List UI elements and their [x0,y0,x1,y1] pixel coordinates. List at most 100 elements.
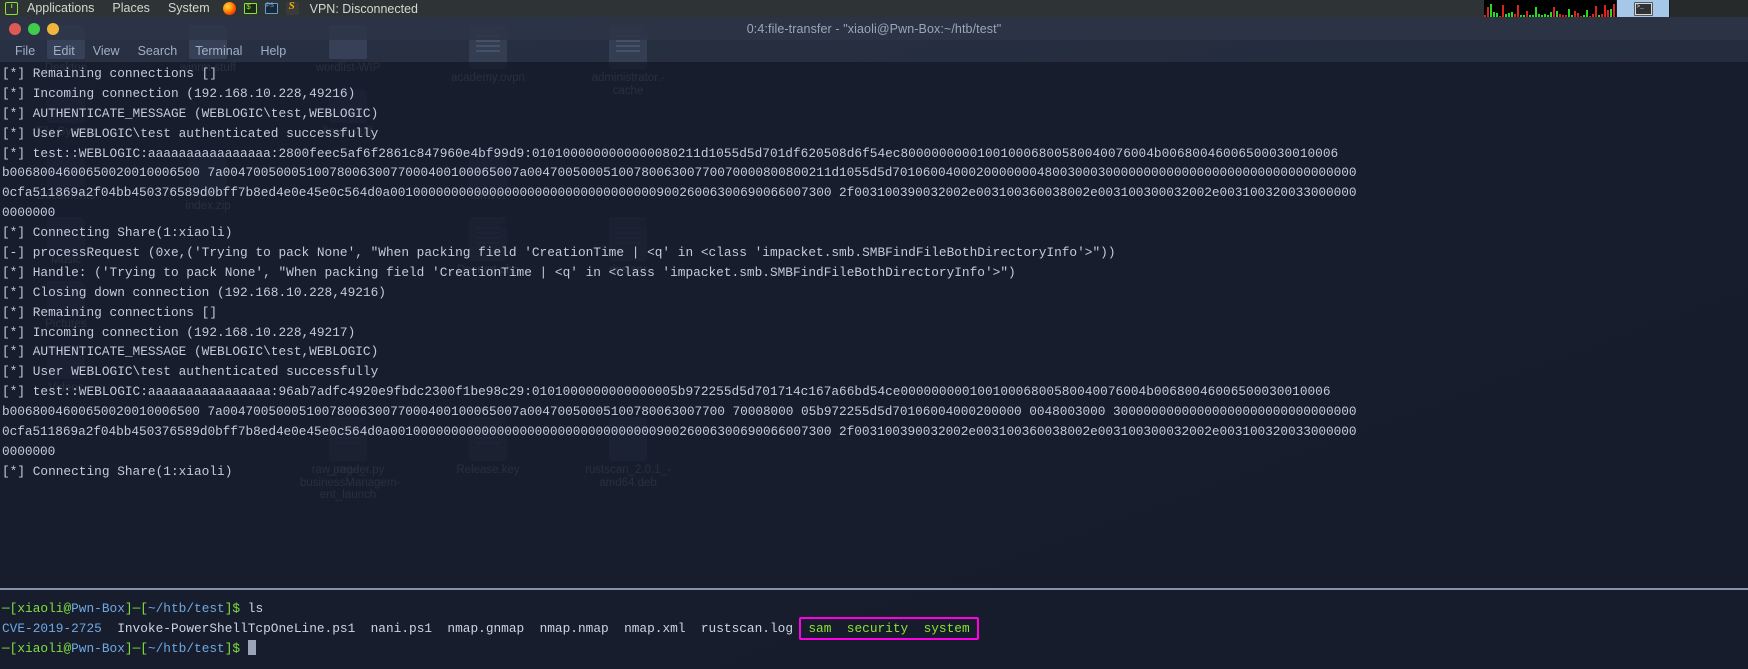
graph-bar [1550,11,1552,17]
graph-bar [1529,15,1531,17]
prompt-user: xiaoli [17,601,64,617]
graph-bar [1613,4,1615,17]
network-activity-graph[interactable] [1484,0,1616,17]
graph-bar [1547,14,1549,17]
panel-menu-applications[interactable]: Applications [18,0,103,17]
prompt-bracket: ]─[ [124,601,148,617]
firefox-icon[interactable] [221,0,238,17]
graph-bar [1544,14,1546,17]
prompt-host: Pwn-Box [71,601,125,617]
graph-bar [1499,15,1501,17]
terminal-line: [*] test::WEBLOGIC:aaaaaaaaaaaaaaaa:96ab… [2,384,1331,400]
terminal-output-area[interactable]: [*] Remaining connections [] [*] Incoming… [0,62,1748,669]
panel-menu-system[interactable]: System [159,0,219,17]
terminal-line: 0cfa511869a2f04bb450376589d0bff7b8ed4e0e… [2,185,1357,201]
terminal-shell-area: ─[xiaoli@Pwn-Box]─[~/htb/test]$ ls CVE-20… [2,599,970,659]
prompt-sigil: $ [232,641,241,657]
terminal-line: b0068004600650020010006500 7a00470050005… [2,165,1357,181]
prompt-sigil: $ [232,601,241,617]
panel-menu-places[interactable]: Places [103,0,159,17]
graph-bar [1610,8,1612,17]
powershell-icon[interactable] [263,0,280,17]
ls-gap [432,621,447,636]
terminal-line: 0000000 [2,205,56,221]
graph-bar [1592,14,1594,17]
terminal-line: [*] Connecting Share(1:xiaoli) [2,463,233,479]
shell-prompt-line-active[interactable]: ─[xiaoli@Pwn-Box]─[~/htb/test]$ [2,639,970,659]
window-title: 0:4:file-transfer - "xiaoli@Pwn-Box:~/ht… [746,21,1002,36]
terminal-line: [*] AUTHENTICATE_MESSAGE (WEBLOGIC\test,… [2,344,379,360]
terminal-line: [*] Remaining connections [] [2,304,218,320]
graph-bar [1562,15,1564,17]
menu-terminal[interactable]: Terminal [186,40,251,62]
menu-help[interactable]: Help [251,40,295,62]
graph-bar [1526,10,1528,17]
ls-gap [102,621,117,636]
ls-gap [355,621,370,636]
menu-edit[interactable]: Edit [44,40,84,62]
menu-bar: File Edit View Search Terminal Help [0,40,1748,62]
prompt-bracket: ]─[ [124,641,148,657]
graph-bar [1559,14,1561,17]
terminal-line: [*] Closing down connection (192.168.10.… [2,284,386,300]
menu-file[interactable]: File [6,40,44,62]
graph-bar [1505,14,1507,17]
prompt-user: xiaoli [17,641,64,657]
graph-bar [1517,4,1519,17]
ls-entry: nmap.nmap [539,621,609,637]
graph-bar [1574,10,1576,17]
panel-spacer [1289,0,1484,17]
graph-bar [1595,6,1597,17]
graph-bar [1490,3,1492,17]
ls-gap [831,621,846,636]
graph-bar [1580,15,1582,17]
window-title-bar[interactable]: 0:4:file-transfer - "xiaoli@Pwn-Box:~/ht… [0,17,1748,40]
distro-cube-icon[interactable] [5,2,18,15]
graph-bar [1532,14,1534,17]
graph-bar [1514,13,1516,17]
terminal-separator-rule [0,588,1748,591]
terminal-window-icon [1633,1,1653,16]
terminal-line: [*] User WEBLOGIC\test authenticated suc… [2,125,379,141]
graph-bar [1523,14,1525,17]
graph-bar [1598,15,1600,17]
ls-entry: CVE-2019-2725 [2,621,102,637]
graph-bar [1511,12,1513,17]
ls-entry: system [923,621,970,637]
ls-gap [524,621,539,636]
terminal-line: 0000000 [2,443,56,459]
graph-bar [1565,15,1567,17]
graph-bar [1538,14,1540,17]
terminal-line: [*] Incoming connection (192.168.10.228,… [2,85,356,101]
graph-bar [1577,13,1579,17]
ls-entry: rustscan.log [700,621,794,637]
graph-bar [1541,15,1543,17]
terminal-command: ls [240,601,264,617]
sublime-icon[interactable] [284,0,301,17]
graph-bar [1568,9,1570,17]
graph-bar [1508,13,1510,17]
graph-bar [1520,15,1522,17]
graph-bar [1571,15,1573,17]
terminal-icon[interactable] [242,0,259,17]
terminal-line: [*] User WEBLOGIC\test authenticated suc… [2,364,379,380]
prompt-dash: ─[ [2,601,18,617]
vpn-status-label: VPN: Disconnected [309,1,419,16]
menu-search[interactable]: Search [129,40,187,62]
prompt-host: Pwn-Box [71,641,125,657]
terminal-line: b0068004600650020010006500 7a00470050005… [2,404,1357,420]
panel-right-group [1289,0,1748,17]
terminal-line: [*] Handle: ('Trying to pack None', "Whe… [2,264,1016,280]
panel-spacer-right [1670,0,1748,17]
terminal-line: [*] test::WEBLOGIC:aaaaaaaaaaaaaaaa:2800… [2,145,1339,161]
prompt-at: @ [63,641,72,657]
ls-entry: Invoke-PowerShellTcpOneLine.ps1 [117,621,356,637]
menu-view[interactable]: View [84,40,129,62]
graph-bar [1553,7,1555,17]
taskbar-item-terminal[interactable] [1616,0,1670,17]
shell-prompt-line: ─[xiaoli@Pwn-Box]─[~/htb/test]$ ls [2,599,970,619]
ls-gap [609,621,624,636]
graph-bar [1604,5,1606,17]
terminal-line: [-] processRequest (0xe,('Trying to pack… [2,245,1116,261]
graph-bar [1589,15,1591,17]
